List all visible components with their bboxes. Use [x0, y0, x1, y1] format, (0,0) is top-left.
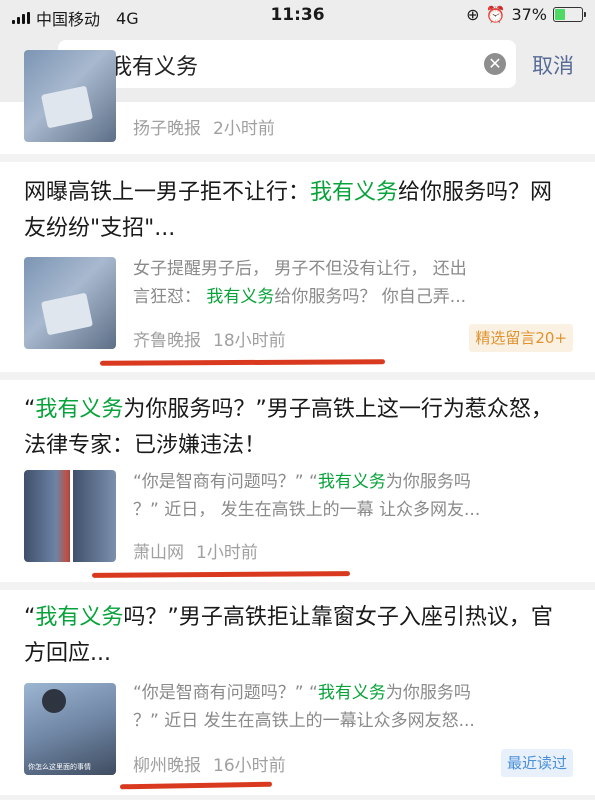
- status-bar: 中国移动 4G 11:36 ⊕ ⏰ 37%: [0, 0, 595, 30]
- snippet-text: 为你服务吗: [385, 472, 471, 492]
- result-thumbnail: [24, 470, 116, 562]
- result-title[interactable]: “我有义务为你服务吗？”男子高铁上这一行为惹众怒，法律专家：已涉嫌违法！: [24, 392, 574, 464]
- snippet-text: 言狂怼：: [133, 287, 207, 307]
- result-meta: 扬子晚报 2小时前: [133, 114, 275, 139]
- snippet-line: 言狂怼： 我有义务给你服务吗？ 你自己弄...: [133, 283, 573, 311]
- result-card[interactable]: 扬子晚报 2小时前: [0, 50, 595, 154]
- result-title[interactable]: “我有义务吗？”男子高铁拒让靠窗女子入座引热议，官方回应...: [24, 600, 574, 672]
- battery-icon: [553, 7, 586, 22]
- result-card[interactable]: “我有义务吗？”男子高铁拒让靠窗女子入座引热议，官方回应... 你怎么这里面的事…: [0, 590, 595, 795]
- clear-icon[interactable]: ✕: [484, 53, 506, 75]
- snippet-line: 女子提醒男子后， 男子不但没有让行， 还出: [133, 259, 467, 279]
- status-right: ⊕ ⏰ 37%: [466, 5, 586, 24]
- result-meta: 齐鲁晚报 18小时前: [133, 326, 286, 351]
- thumbnail-caption: 你怎么这里面的事情: [28, 763, 91, 771]
- title-highlight: 我有义务: [35, 605, 124, 630]
- battery-fill: [555, 9, 565, 20]
- red-underline-annotation: [99, 359, 386, 366]
- search-input[interactable]: 我有义务 ✕: [58, 40, 516, 88]
- red-underline-annotation: [91, 571, 351, 578]
- title-text: 网曝高铁上一男子拒不让行：: [24, 180, 311, 205]
- snippet-highlight: 我有义务: [206, 287, 275, 307]
- rotation-lock-icon: ⊕: [466, 5, 480, 24]
- result-card[interactable]: “我有义务为你服务吗？”男子高铁上这一行为惹众怒，法律专家：已涉嫌违法！ “你是…: [0, 380, 595, 582]
- result-meta: 萧山网 1小时前: [133, 538, 258, 563]
- result-source: 萧山网: [133, 543, 184, 563]
- red-underline-annotation: [119, 781, 273, 790]
- result-snippet: 女子提醒男子后， 男子不但没有让行， 还出 言狂怼： 我有义务给你服务吗？ 你自…: [133, 255, 573, 311]
- cancel-button[interactable]: 取消: [532, 50, 574, 80]
- snippet-line: “你是智商有问题吗？” “我有义务为你服务吗: [133, 679, 573, 707]
- search-query[interactable]: 我有义务: [110, 49, 198, 81]
- battery-percent: 37%: [511, 5, 547, 24]
- title-highlight: 我有义务: [310, 180, 399, 205]
- result-card[interactable]: 网曝高铁上一男子拒不让行：我有义务给你服务吗？网友纷纷"支招"... 女子提醒男…: [0, 162, 595, 372]
- result-snippet: “你是智商有问题吗？” “我有义务为你服务吗 ？” 近日， 发生在高铁上的一幕 …: [133, 468, 573, 524]
- snippet-line: ？” 近日， 发生在高铁上的一幕 让众多网友...: [133, 500, 481, 520]
- featured-comments-badge: 精选留言20+: [469, 324, 573, 352]
- result-thumbnail: [24, 257, 116, 349]
- title-text: “: [24, 605, 36, 630]
- result-thumbnail: 你怎么这里面的事情: [24, 683, 116, 775]
- result-source: 柳州晚报: [133, 756, 201, 776]
- snippet-text: 给你服务吗？ 你自己弄...: [274, 287, 467, 307]
- snippet-highlight: 我有义务: [317, 683, 386, 703]
- snippet-line: “你是智商有问题吗？” “我有义务为你服务吗: [133, 468, 573, 496]
- snippet-text: “你是智商有问题吗？” “: [133, 683, 318, 703]
- result-time: 16小时前: [213, 756, 286, 776]
- alarm-icon: ⏰: [485, 5, 506, 24]
- result-source: 齐鲁晚报: [133, 331, 201, 351]
- result-time: 18小时前: [213, 331, 286, 351]
- recently-read-badge: 最近读过: [500, 749, 573, 777]
- result-thumbnail: [24, 50, 116, 142]
- snippet-text: “你是智商有问题吗？” “: [133, 472, 318, 492]
- snippet-highlight: 我有义务: [317, 472, 386, 492]
- result-source: 扬子晚报: [133, 119, 201, 139]
- snippet-line: ？” 近日 发生在高铁上的一幕让众多网友怒...: [133, 711, 475, 731]
- result-meta: 柳州晚报 16小时前: [133, 751, 286, 776]
- result-snippet: “你是智商有问题吗？” “我有义务为你服务吗 ？” 近日 发生在高铁上的一幕让众…: [133, 679, 573, 735]
- title-highlight: 我有义务: [35, 397, 124, 422]
- snippet-text: 为你服务吗: [385, 683, 471, 703]
- result-time: 2小时前: [213, 119, 275, 139]
- title-text: “: [24, 397, 36, 422]
- result-title[interactable]: 网曝高铁上一男子拒不让行：我有义务给你服务吗？网友纷纷"支招"...: [24, 175, 574, 247]
- result-time: 1小时前: [196, 543, 258, 563]
